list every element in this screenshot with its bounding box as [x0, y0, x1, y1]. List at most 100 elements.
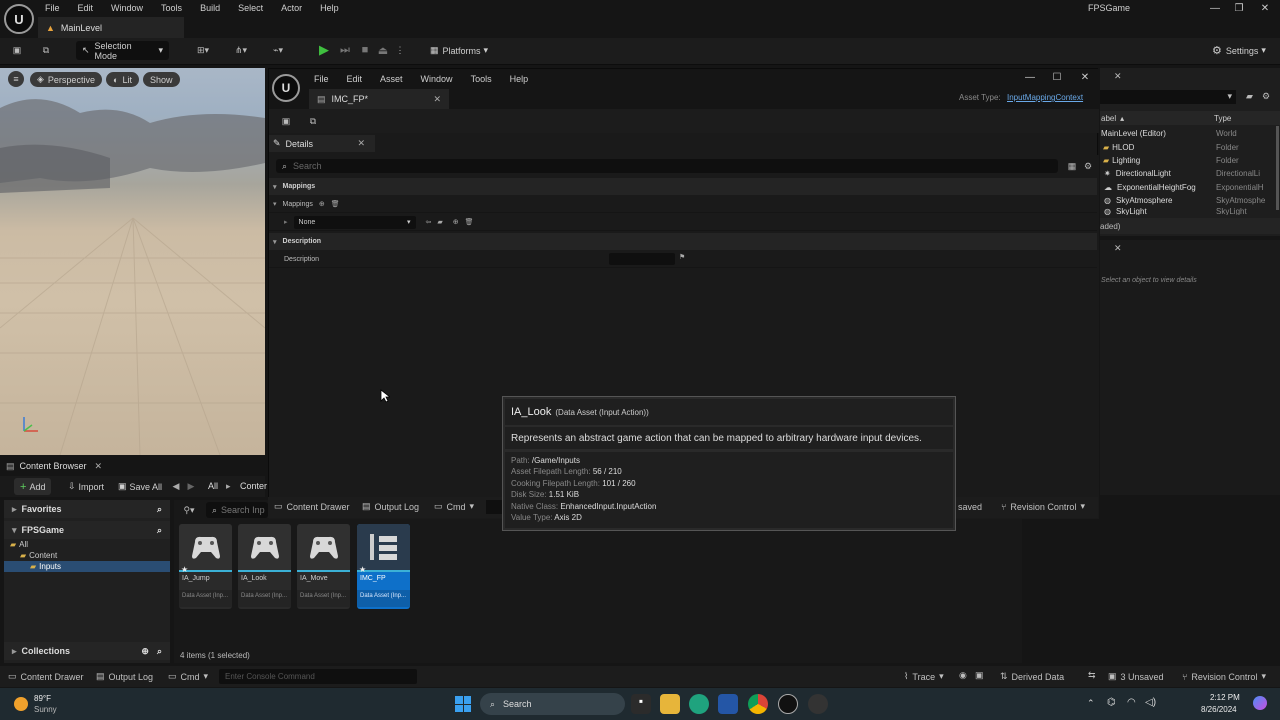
sync-icon[interactable]: ⇆ — [1088, 670, 1096, 681]
unreal-logo-icon[interactable]: U — [272, 74, 300, 102]
details-search-input[interactable]: ⌕ Search — [276, 159, 1058, 173]
windows-start-icon[interactable] — [455, 696, 471, 712]
maximize-icon[interactable]: ☐ — [1048, 71, 1066, 83]
menu-select[interactable]: Select — [229, 3, 272, 13]
unreal-logo-icon[interactable]: U — [4, 4, 34, 34]
menu-tools[interactable]: Tools — [462, 74, 501, 84]
chevron-right-icon[interactable]: ▸ — [284, 218, 288, 226]
asset-tile-ia-move[interactable]: IA_Move Data Asset (Inp... — [297, 524, 350, 609]
save-icon[interactable]: ▣ — [10, 43, 24, 57]
app-taskbar-icon[interactable] — [808, 694, 828, 714]
viewport-menu-icon[interactable]: ≡ — [8, 71, 24, 87]
breadcrumb-all[interactable]: All — [208, 481, 218, 491]
trace-button[interactable]: ⌇ Trace ▾ — [904, 671, 944, 682]
file-explorer-icon[interactable] — [660, 694, 680, 714]
close-icon[interactable]: ✕ — [357, 138, 365, 149]
close-icon[interactable]: ✕ — [433, 94, 441, 105]
outliner-row[interactable]: ✷ DirectionalLight DirectionalLi — [1100, 167, 1270, 180]
add-element-icon[interactable]: ⊕ — [319, 200, 325, 208]
use-selected-icon[interactable]: ⇦ — [426, 218, 432, 226]
content-drawer-button[interactable]: ▭ Content Drawer — [274, 501, 350, 512]
column-type[interactable]: Type — [1214, 114, 1231, 123]
details-tab[interactable]: ✎ Details ✕ — [269, 135, 375, 152]
menu-actor[interactable]: Actor — [272, 3, 311, 13]
category-description[interactable]: ▾ Description — [269, 233, 1097, 250]
cinematics-icon[interactable]: ⌁▾ — [266, 43, 290, 57]
table-view-icon[interactable]: ▦ — [1066, 160, 1078, 172]
collections-section[interactable]: ▸ Collections ⊕ ⌕ — [4, 642, 170, 660]
derived-data-button[interactable]: ⇅ Derived Data — [1000, 671, 1064, 682]
menu-file[interactable]: File — [36, 3, 69, 13]
store-icon[interactable] — [718, 694, 738, 714]
asset-type-link[interactable]: InputMappingContext — [1007, 93, 1083, 102]
blueprint-icon[interactable]: ⋔▾ — [230, 43, 252, 57]
asset-tab[interactable]: ▤ IMC_FP* ✕ — [309, 89, 449, 109]
wifi-icon[interactable]: ◠ — [1127, 697, 1136, 708]
tree-item-all[interactable]: ▰ All — [4, 539, 170, 550]
clock-time[interactable]: 2:12 PM — [1210, 693, 1240, 702]
weather-desc[interactable]: Sunny — [34, 705, 57, 714]
flag-icon[interactable]: ⚑ — [679, 253, 685, 261]
perspective-button[interactable]: ◈ Perspective — [30, 72, 102, 87]
trash-icon[interactable]: 🗑 — [465, 218, 474, 226]
output-log-button[interactable]: ▤ Output Log — [362, 501, 419, 512]
output-log-button[interactable]: ▤ Output Log — [96, 671, 153, 682]
volume-icon[interactable]: ◁) — [1145, 697, 1156, 708]
lit-button[interactable]: ◐ Lit — [106, 72, 139, 87]
menu-edit[interactable]: Edit — [69, 3, 103, 13]
add-actor-icon[interactable]: ⊞▾ — [192, 43, 214, 57]
save-all-button[interactable]: ▣ Save All — [112, 478, 168, 495]
close-icon[interactable]: ✕ — [1114, 71, 1122, 82]
selection-mode-button[interactable]: ↖ Selection Mode ▾ — [76, 41, 169, 61]
menu-file[interactable]: File — [305, 74, 338, 84]
more-options-icon[interactable]: ⋮ — [395, 42, 405, 58]
browse-folder-icon[interactable]: ▰ — [437, 218, 442, 226]
copilot-icon[interactable] — [1253, 696, 1267, 710]
input-action-dropdown[interactable]: None ▾ — [293, 215, 416, 229]
network-icon[interactable]: ⌬ — [1107, 697, 1116, 708]
outliner-row[interactable]: ▰ Lighting Folder — [1100, 154, 1270, 167]
unsaved-button[interactable]: ▣ 3 Unsaved — [1108, 671, 1164, 682]
tree-item-content[interactable]: ▰ Content — [4, 550, 170, 561]
show-button[interactable]: Show — [143, 72, 180, 87]
play-icon[interactable]: ▶ — [316, 42, 332, 58]
close-icon[interactable]: ✕ — [1114, 243, 1122, 254]
screenshot-icon[interactable]: ▣ — [975, 670, 984, 681]
outliner-row[interactable]: ◍ SkyAtmosphere SkyAtmosphe — [1100, 194, 1270, 207]
cmd-button[interactable]: ▭ Cmd ▾ — [168, 671, 208, 682]
save-icon[interactable]: ▣ — [279, 114, 293, 128]
menu-window[interactable]: Window — [412, 74, 462, 84]
revision-control-button[interactable]: ⑂ Revision Control ▾ — [1182, 671, 1266, 682]
outliner-row[interactable]: ◍ SkyLight SkyLight — [1100, 207, 1270, 215]
task-view-icon[interactable]: ▪ — [631, 694, 651, 714]
unreal-taskbar-icon[interactable] — [778, 694, 798, 714]
forward-icon[interactable]: ▶ — [185, 480, 197, 492]
stop-icon[interactable]: ■ — [357, 42, 373, 58]
favorites-section[interactable]: ▸ Favorites ⌕ — [4, 500, 170, 518]
console-command-input[interactable]: Enter Console Command — [219, 669, 417, 684]
asset-search-input[interactable]: ⌕ Search Inp — [206, 502, 268, 518]
menu-asset[interactable]: Asset — [371, 74, 412, 84]
level-viewport[interactable]: ≡ ◈ Perspective ◐ Lit Show — [0, 68, 265, 455]
filter-icon[interactable]: ⚲▾ — [180, 504, 198, 516]
project-section[interactable]: ▾ FPSGame ⌕ — [4, 521, 170, 539]
search-icon[interactable]: ⌕ — [157, 525, 162, 536]
menu-tools[interactable]: Tools — [152, 3, 191, 13]
outliner-search-input[interactable]: ▾ — [1100, 90, 1236, 104]
console-input[interactable] — [486, 500, 502, 514]
browse-icon[interactable]: ⧉ — [305, 114, 321, 128]
close-icon[interactable]: ✕ — [1256, 2, 1274, 14]
record-icon[interactable]: ◉ — [959, 670, 967, 681]
outliner-row[interactable]: MainLevel (Editor) World — [1100, 127, 1270, 140]
import-button[interactable]: ⇩ Import — [62, 478, 110, 495]
back-icon[interactable]: ◀ — [170, 480, 182, 492]
add-element-icon[interactable]: ⊕ — [453, 218, 459, 226]
weather-temp[interactable]: 89°F — [34, 694, 51, 703]
maximize-icon[interactable]: ❐ — [1230, 2, 1248, 14]
asset-tile-ia-look[interactable]: IA_Look Data Asset (Inp... — [238, 524, 291, 609]
outliner-row[interactable]: ▰ HLOD Folder — [1100, 140, 1270, 153]
revision-control-button[interactable]: ⑂ Revision Control ▾ — [1001, 501, 1085, 512]
chevron-up-icon[interactable]: ⌃ — [1087, 698, 1095, 709]
trash-icon[interactable]: 🗑 — [331, 200, 340, 208]
search-icon[interactable]: ⌕ — [157, 504, 162, 515]
